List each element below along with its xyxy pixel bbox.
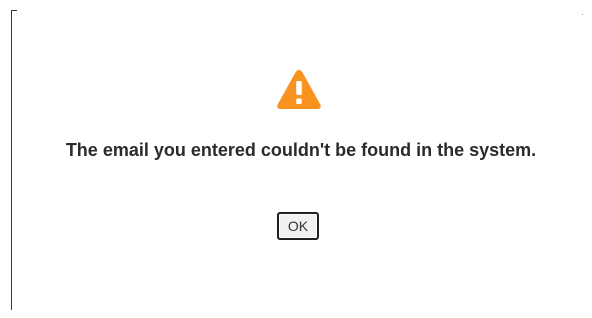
ok-button[interactable]: OK — [277, 212, 319, 240]
screen: The email you entered couldn't be found … — [0, 0, 592, 318]
alert-message: The email you entered couldn't be found … — [65, 140, 537, 160]
alert-dialog: The email you entered couldn't be found … — [0, 0, 592, 318]
warning-triangle-icon — [276, 68, 322, 110]
